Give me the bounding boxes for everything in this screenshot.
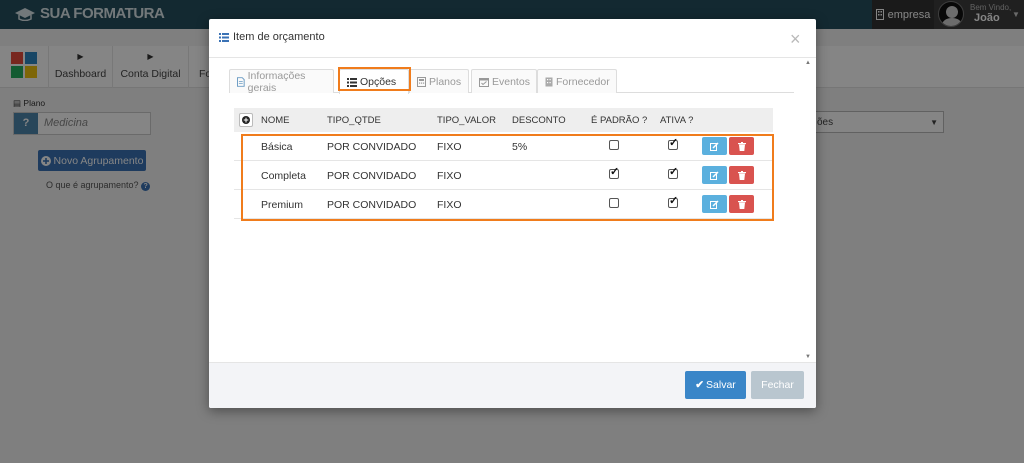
document-icon: [237, 76, 245, 87]
close-icon[interactable]: ×: [790, 30, 801, 48]
calendar-icon: [479, 77, 489, 87]
column-header: TIPO_VALOR: [437, 115, 496, 126]
close-button[interactable]: Fechar: [751, 371, 804, 399]
highlight-tab: [338, 67, 411, 91]
column-header: DESCONTO: [512, 115, 566, 126]
column-header: É PADRÃO ?: [591, 115, 648, 126]
column-header: ATIVA ?: [660, 115, 694, 126]
add-option-button[interactable]: +: [239, 113, 253, 127]
tab-fornecedor[interactable]: Fornecedor: [537, 69, 617, 93]
highlight-rows: [241, 134, 774, 221]
tab-bar: Informações gerais Opções Planos Eventos…: [229, 69, 794, 94]
check-icon: ✔: [695, 379, 705, 391]
scroll-up-icon[interactable]: ▲: [805, 60, 811, 66]
column-header: NOME: [261, 115, 290, 126]
tab-planos[interactable]: Planos: [409, 69, 469, 93]
tab-informacoes-gerais[interactable]: Informações gerais: [229, 69, 334, 94]
modal-scrollbar[interactable]: ▲ ▼: [803, 59, 813, 361]
building-icon: [545, 77, 553, 86]
calculator-icon: [417, 76, 426, 87]
column-header: TIPO_QTDE: [327, 115, 381, 126]
save-button[interactable]: ✔ Salvar: [685, 371, 746, 399]
modal-footer: ✔ Salvar Fechar: [209, 362, 816, 408]
modal-title: Item de orçamento: [219, 31, 325, 43]
scroll-down-icon[interactable]: ▼: [805, 354, 811, 360]
modal-header: Item de orçamento ×: [209, 19, 816, 58]
list-icon: [219, 32, 229, 42]
table-header: + NOME TIPO_QTDE TIPO_VALOR DESCONTO É P…: [234, 108, 773, 132]
tab-eventos[interactable]: Eventos: [471, 69, 537, 93]
